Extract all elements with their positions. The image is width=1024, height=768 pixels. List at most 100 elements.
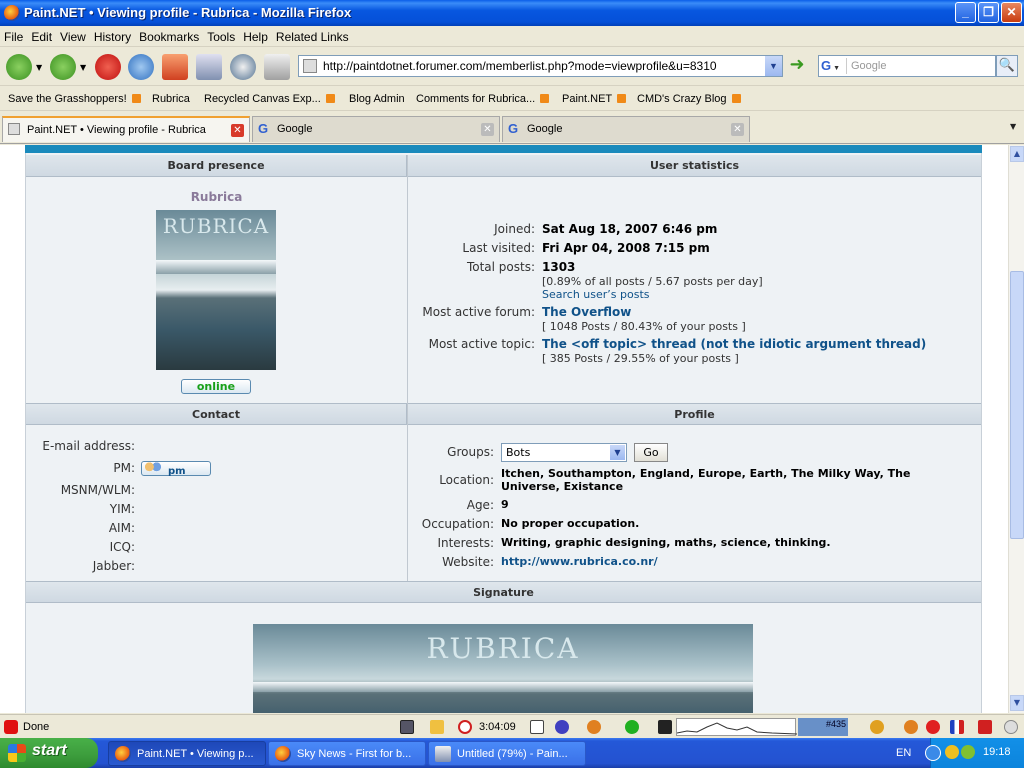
location-label: Location: xyxy=(439,473,494,487)
bookmark-item[interactable]: Save the Grasshoppers! xyxy=(8,93,141,105)
url-dropdown-icon[interactable]: ▼ xyxy=(765,56,782,76)
monkey-icon[interactable] xyxy=(587,720,601,734)
url-text: http://paintdotnet.forumer.com/memberlis… xyxy=(323,59,717,73)
show-hidden-icons[interactable] xyxy=(925,745,941,761)
stop-icon[interactable] xyxy=(95,54,121,80)
menu-view[interactable]: View xyxy=(56,27,90,44)
search-input[interactable]: G ▼ Google xyxy=(818,55,996,77)
bookmark-item[interactable]: Recycled Canvas Exp... xyxy=(204,93,335,105)
bookmark-item[interactable]: Rubrica xyxy=(152,93,190,105)
groups-go-button[interactable]: Go xyxy=(634,443,668,462)
most-active-forum-link[interactable]: The Overflow xyxy=(542,305,631,319)
lastfm-icon[interactable] xyxy=(926,720,940,734)
clock[interactable]: 19:18 xyxy=(983,746,1011,758)
pm-label: PM: xyxy=(113,461,135,475)
menu-help[interactable]: Help xyxy=(239,27,272,44)
start-button[interactable]: start xyxy=(0,738,98,768)
music-icon[interactable] xyxy=(870,720,884,734)
age-value: 9 xyxy=(501,498,509,511)
check-icon[interactable] xyxy=(625,720,639,734)
reload-icon[interactable] xyxy=(128,54,154,80)
profile-header: Profile xyxy=(408,403,981,425)
groups-select[interactable]: Bots ▼ xyxy=(501,443,627,462)
occupation-value: No proper occupation. xyxy=(501,517,640,530)
status-text: Done xyxy=(23,721,50,733)
taskbar-item-firefox[interactable]: Paint.NET • Viewing p... xyxy=(108,741,266,766)
new-tab-icon[interactable] xyxy=(264,54,290,80)
online-status-badge: online xyxy=(181,379,251,394)
close-tab-icon[interactable]: ✕ xyxy=(731,123,744,136)
menu-bookmarks[interactable]: Bookmarks xyxy=(135,27,203,44)
notes-icon[interactable] xyxy=(430,720,444,734)
tab-bar: Paint.NET • Viewing profile - Rubrica ✕ … xyxy=(0,112,1024,144)
history-icon[interactable] xyxy=(230,54,256,80)
bookmark-item[interactable]: Paint.NET xyxy=(562,93,627,105)
vertical-scrollbar[interactable]: ▲ ▼ xyxy=(1008,145,1024,713)
close-button[interactable]: ✕ xyxy=(1001,2,1022,23)
language-indicator[interactable]: EN xyxy=(896,747,911,759)
close-tab-icon[interactable]: ✕ xyxy=(481,123,494,136)
help-icon[interactable] xyxy=(555,720,569,734)
taskbar-item-sky-news[interactable]: Sky News - First for b... xyxy=(268,741,426,766)
profile-header-bar xyxy=(25,145,982,153)
menu-related-links[interactable]: Related Links xyxy=(272,27,353,44)
bookmark-item[interactable]: Comments for Rubrica... xyxy=(416,93,550,105)
contact-header: Contact xyxy=(26,403,407,425)
email-label: E-mail address: xyxy=(42,439,135,453)
website-link[interactable]: http://www.rubrica.co.nr/ xyxy=(501,555,658,568)
traffic-graph-line xyxy=(676,722,798,735)
minimize-button[interactable]: _ xyxy=(955,2,976,23)
bookmark-item[interactable]: CMD's Crazy Blog xyxy=(637,93,741,105)
address-bar[interactable]: http://paintdotnet.forumer.com/memberlis… xyxy=(298,55,783,77)
security-icon[interactable] xyxy=(961,745,975,759)
maximize-button[interactable]: ❐ xyxy=(978,2,999,23)
window-title-bar[interactable]: Paint.NET • Viewing profile - Rubrica - … xyxy=(0,0,1024,26)
forward-dropdown-icon[interactable]: ▼ xyxy=(80,63,86,72)
bookmarks-toolbar: Save the Grasshoppers! Rubrica Recycled … xyxy=(0,87,1024,111)
scrollbar-thumb[interactable] xyxy=(1010,271,1024,539)
network-icon[interactable] xyxy=(945,745,959,759)
tab-google[interactable]: G Google ✕ xyxy=(252,116,500,142)
forward-icon[interactable] xyxy=(50,54,76,80)
tab-list-icon[interactable]: ▼ xyxy=(1010,122,1016,131)
most-active-topic-detail: [ 385 Posts / 29.55% of your posts ] xyxy=(542,352,739,365)
tab-google[interactable]: G Google ✕ xyxy=(502,116,750,142)
rss-icon xyxy=(131,94,141,103)
scroll-up-icon[interactable]: ▲ xyxy=(1010,146,1024,162)
users-icon xyxy=(144,462,162,474)
arrow-right-icon[interactable] xyxy=(1004,720,1018,734)
menu-history[interactable]: History xyxy=(90,27,135,44)
timer-icon[interactable] xyxy=(458,720,472,734)
music-icon[interactable] xyxy=(904,720,918,734)
flag-icon[interactable] xyxy=(978,720,992,734)
search-user-posts-link[interactable]: Search user’s posts xyxy=(542,288,650,301)
menu-tools[interactable]: Tools xyxy=(203,27,239,44)
bookmark-page-icon[interactable] xyxy=(196,54,222,80)
signature-panel: Signature RUBRICA xyxy=(25,581,982,713)
home-icon[interactable] xyxy=(162,54,188,80)
search-icon[interactable]: 🔍 xyxy=(996,55,1018,77)
aim-label: AIM: xyxy=(108,521,135,535)
go-arrow-icon[interactable]: ➜ xyxy=(786,55,808,77)
taskbar-item-paint-net[interactable]: Untitled (79%) - Pain... xyxy=(428,741,586,766)
close-tab-icon[interactable]: ✕ xyxy=(231,124,244,137)
menu-edit[interactable]: Edit xyxy=(27,27,56,44)
search-engine-icon[interactable]: G ▼ xyxy=(821,58,847,74)
rss-icon xyxy=(617,94,627,103)
edit-icon[interactable] xyxy=(530,720,544,734)
tab-rubrica-profile[interactable]: Paint.NET • Viewing profile - Rubrica ✕ xyxy=(2,116,250,142)
send-pm-button[interactable]: pm xyxy=(141,461,211,477)
layout-icon[interactable] xyxy=(400,720,414,734)
back-dropdown-icon[interactable]: ▼ xyxy=(36,63,42,72)
username[interactable]: Rubrica xyxy=(26,190,407,204)
location-value-cont: Universe, Existance xyxy=(501,480,624,493)
scroll-down-icon[interactable]: ▼ xyxy=(1010,695,1024,711)
most-active-topic-link[interactable]: The <off topic> thread (not the idiotic … xyxy=(542,337,926,351)
alexa-icon[interactable] xyxy=(658,720,672,734)
back-icon[interactable] xyxy=(6,54,32,80)
flag-fr-icon[interactable] xyxy=(950,720,964,734)
menu-file[interactable]: File xyxy=(0,27,27,44)
rank-counter: #435 xyxy=(826,719,847,729)
bookmark-item[interactable]: Blog Admin xyxy=(349,93,405,105)
window-title: Paint.NET • Viewing profile - Rubrica - … xyxy=(24,5,352,20)
